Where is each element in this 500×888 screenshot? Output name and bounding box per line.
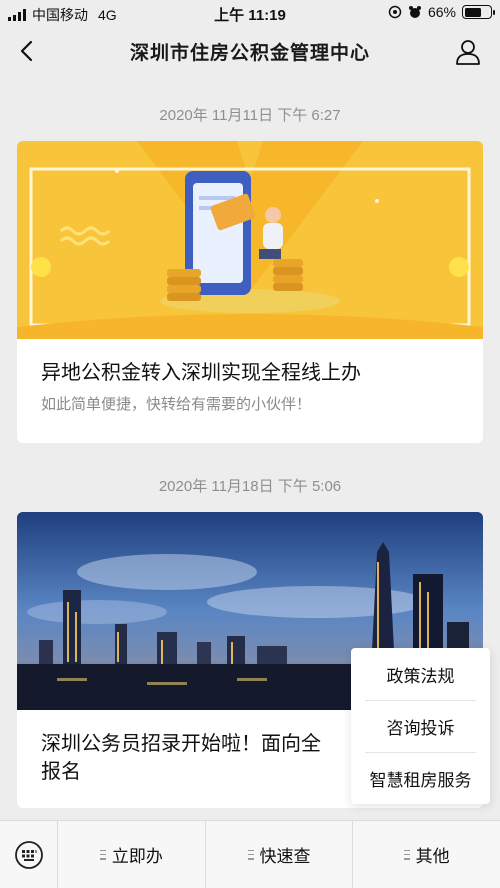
battery-percent: 66%	[427, 4, 456, 20]
keyboard-icon[interactable]	[0, 821, 58, 888]
menu-tab-quick-check[interactable]: 快速查	[204, 821, 353, 888]
popup-item-policy[interactable]: 政策法规	[351, 648, 490, 700]
popup-item-consult[interactable]: 咨询投诉	[351, 700, 490, 752]
battery-fill	[464, 7, 481, 17]
menu-lines-icon	[403, 849, 410, 860]
menu-tab-label: 立即办	[111, 847, 163, 866]
chevron-left-icon[interactable]	[12, 37, 40, 65]
nav-bar: 深圳市住房公积金管理中心	[0, 26, 500, 76]
message-timestamp: 2020年 11月18日 下午 5:06	[158, 478, 342, 495]
menu-tab-other[interactable]: 其他	[352, 821, 500, 888]
battery-icon	[462, 5, 495, 19]
orientation-lock-icon	[388, 5, 402, 19]
message-timestamp: 2020年 11月11日 下午 6:27	[159, 107, 341, 124]
article-cover-image	[17, 141, 483, 339]
bottom-menu-bar: 立即办 快速查 其他	[0, 820, 500, 888]
alarm-icon	[408, 5, 422, 19]
page-title: 深圳市住房公积金管理中心	[129, 42, 370, 64]
submenu-popup: 政策法规 咨询投诉 智慧租房服务	[351, 648, 490, 804]
menu-lines-icon	[99, 849, 106, 860]
article-card[interactable]: 异地公积金转入深圳实现全程线上办 如此简单便捷，快转给有需要的小伙伴！	[17, 141, 483, 443]
article-subtitle: 如此简单便捷，快转给有需要的小伙伴！	[41, 396, 312, 413]
menu-tab-do-now[interactable]: 立即办	[58, 821, 205, 888]
menu-tab-label: 快速查	[259, 847, 311, 866]
person-icon[interactable]	[454, 38, 482, 66]
menu-lines-icon	[247, 849, 254, 860]
popup-item-rental[interactable]: 智慧租房服务	[351, 752, 490, 804]
status-right: 66%	[388, 4, 495, 20]
article-title: 异地公积金转入深圳实现全程线上办	[41, 362, 361, 384]
menu-tab-label: 其他	[415, 847, 450, 866]
status-bar: 中国移动 4G 上午 11:19 66%	[0, 0, 500, 26]
